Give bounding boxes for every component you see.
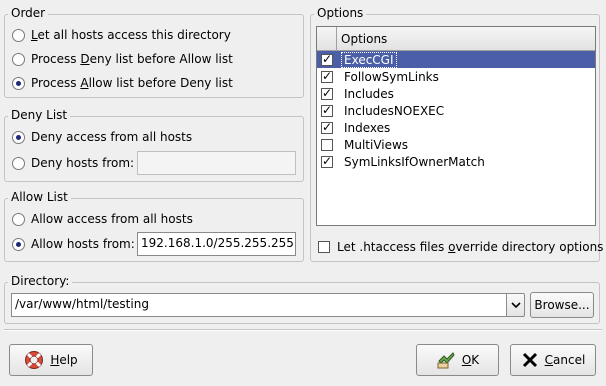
- chevron-down-icon: [510, 298, 521, 312]
- radio-indicator[interactable]: [12, 52, 25, 66]
- option-label: IncludesNOEXEC: [344, 103, 445, 118]
- cancel-button[interactable]: Cancel: [510, 344, 596, 376]
- deny-hosts-input[interactable]: [137, 151, 296, 175]
- browse-button[interactable]: Browse...: [530, 292, 594, 318]
- option-checkbox[interactable]: [321, 52, 333, 66]
- checkbox-column-header[interactable]: [317, 27, 337, 50]
- radio-allow-before-deny[interactable]: Process Allow list before Deny list: [12, 73, 233, 93]
- option-checkbox[interactable]: [321, 138, 333, 151]
- option-row[interactable]: Indexes: [317, 119, 595, 136]
- radio-label: Let all hosts access this directory: [31, 28, 231, 42]
- option-row[interactable]: SymLinksIfOwnerMatch: [317, 153, 595, 170]
- htaccess-override-checkbox[interactable]: Let .htaccess files override directory o…: [318, 237, 603, 257]
- directory-input[interactable]: /var/www/html/testing: [11, 293, 508, 317]
- radio-label: Process Deny list before Allow list: [31, 52, 233, 66]
- option-label: SymLinksIfOwnerMatch: [344, 154, 485, 169]
- option-row[interactable]: ExecCGI: [317, 51, 595, 68]
- order-title: Order: [8, 6, 49, 20]
- radio-indicator[interactable]: [12, 212, 25, 226]
- radio-label: Deny hosts from:: [31, 156, 135, 170]
- option-checkbox[interactable]: [321, 120, 333, 134]
- options-list[interactable]: Options ExecCGIFollowSymLinks Includes Inc…: [316, 26, 596, 226]
- checkbox-label: Let .htaccess files override directory o…: [337, 240, 604, 254]
- cancel-label: Cancel: [544, 353, 586, 367]
- option-checkbox[interactable]: [321, 154, 333, 168]
- radio-allow-all[interactable]: Allow access from all hosts: [12, 209, 193, 229]
- ok-button[interactable]: OK: [416, 344, 499, 376]
- radio-label: Allow hosts from:: [31, 237, 135, 251]
- checkbox-indicator[interactable]: [318, 241, 330, 253]
- options-title: Options: [314, 6, 367, 20]
- options-list-header: Options: [317, 27, 595, 51]
- divider: [4, 329, 602, 331]
- radio-indicator[interactable]: [12, 130, 25, 144]
- radio-label: Deny access from all hosts: [31, 130, 193, 144]
- option-label: FollowSymLinks: [344, 69, 439, 84]
- directory-dropdown-button[interactable]: [506, 293, 525, 317]
- help-lifebuoy-icon: [24, 350, 44, 370]
- directory-title: Directory:: [8, 274, 73, 288]
- options-column-header[interactable]: Options: [337, 27, 595, 50]
- option-row[interactable]: Includes: [317, 85, 595, 102]
- radio-indicator[interactable]: [12, 28, 25, 42]
- radio-deny-from[interactable]: Deny hosts from:: [12, 153, 134, 173]
- cancel-x-icon: [521, 351, 539, 369]
- radio-deny-before-allow[interactable]: Process Deny list before Allow list: [12, 49, 233, 69]
- option-row[interactable]: MultiViews: [317, 136, 595, 153]
- option-checkbox[interactable]: [321, 69, 333, 83]
- ok-hand-icon: [436, 350, 456, 370]
- radio-indicator[interactable]: [12, 156, 25, 170]
- option-label: ExecCGI: [341, 51, 397, 68]
- option-label: Includes: [344, 86, 394, 101]
- help-label: Help: [50, 353, 78, 367]
- help-button[interactable]: Help: [9, 344, 93, 376]
- radio-indicator[interactable]: [12, 76, 25, 90]
- option-row[interactable]: IncludesNOEXEC: [317, 102, 595, 119]
- radio-indicator[interactable]: [12, 237, 25, 251]
- option-checkbox[interactable]: [321, 86, 333, 100]
- radio-deny-all[interactable]: Deny access from all hosts: [12, 127, 192, 147]
- radio-label: Allow access from all hosts: [31, 212, 193, 226]
- allow-list-title: Allow List: [8, 190, 71, 204]
- allow-hosts-input[interactable]: 192.168.1.0/255.255.255.0: [137, 232, 296, 256]
- deny-list-title: Deny List: [8, 108, 71, 122]
- option-checkbox[interactable]: [321, 103, 333, 117]
- radio-label: Process Allow list before Deny list: [31, 76, 233, 90]
- ok-label: OK: [461, 353, 480, 367]
- option-row[interactable]: FollowSymLinks: [317, 68, 595, 85]
- option-label: MultiViews: [344, 137, 409, 152]
- radio-allow-from[interactable]: Allow hosts from:: [12, 234, 135, 254]
- radio-let-all-hosts[interactable]: Let all hosts access this directory: [12, 25, 231, 45]
- option-label: Indexes: [344, 120, 391, 135]
